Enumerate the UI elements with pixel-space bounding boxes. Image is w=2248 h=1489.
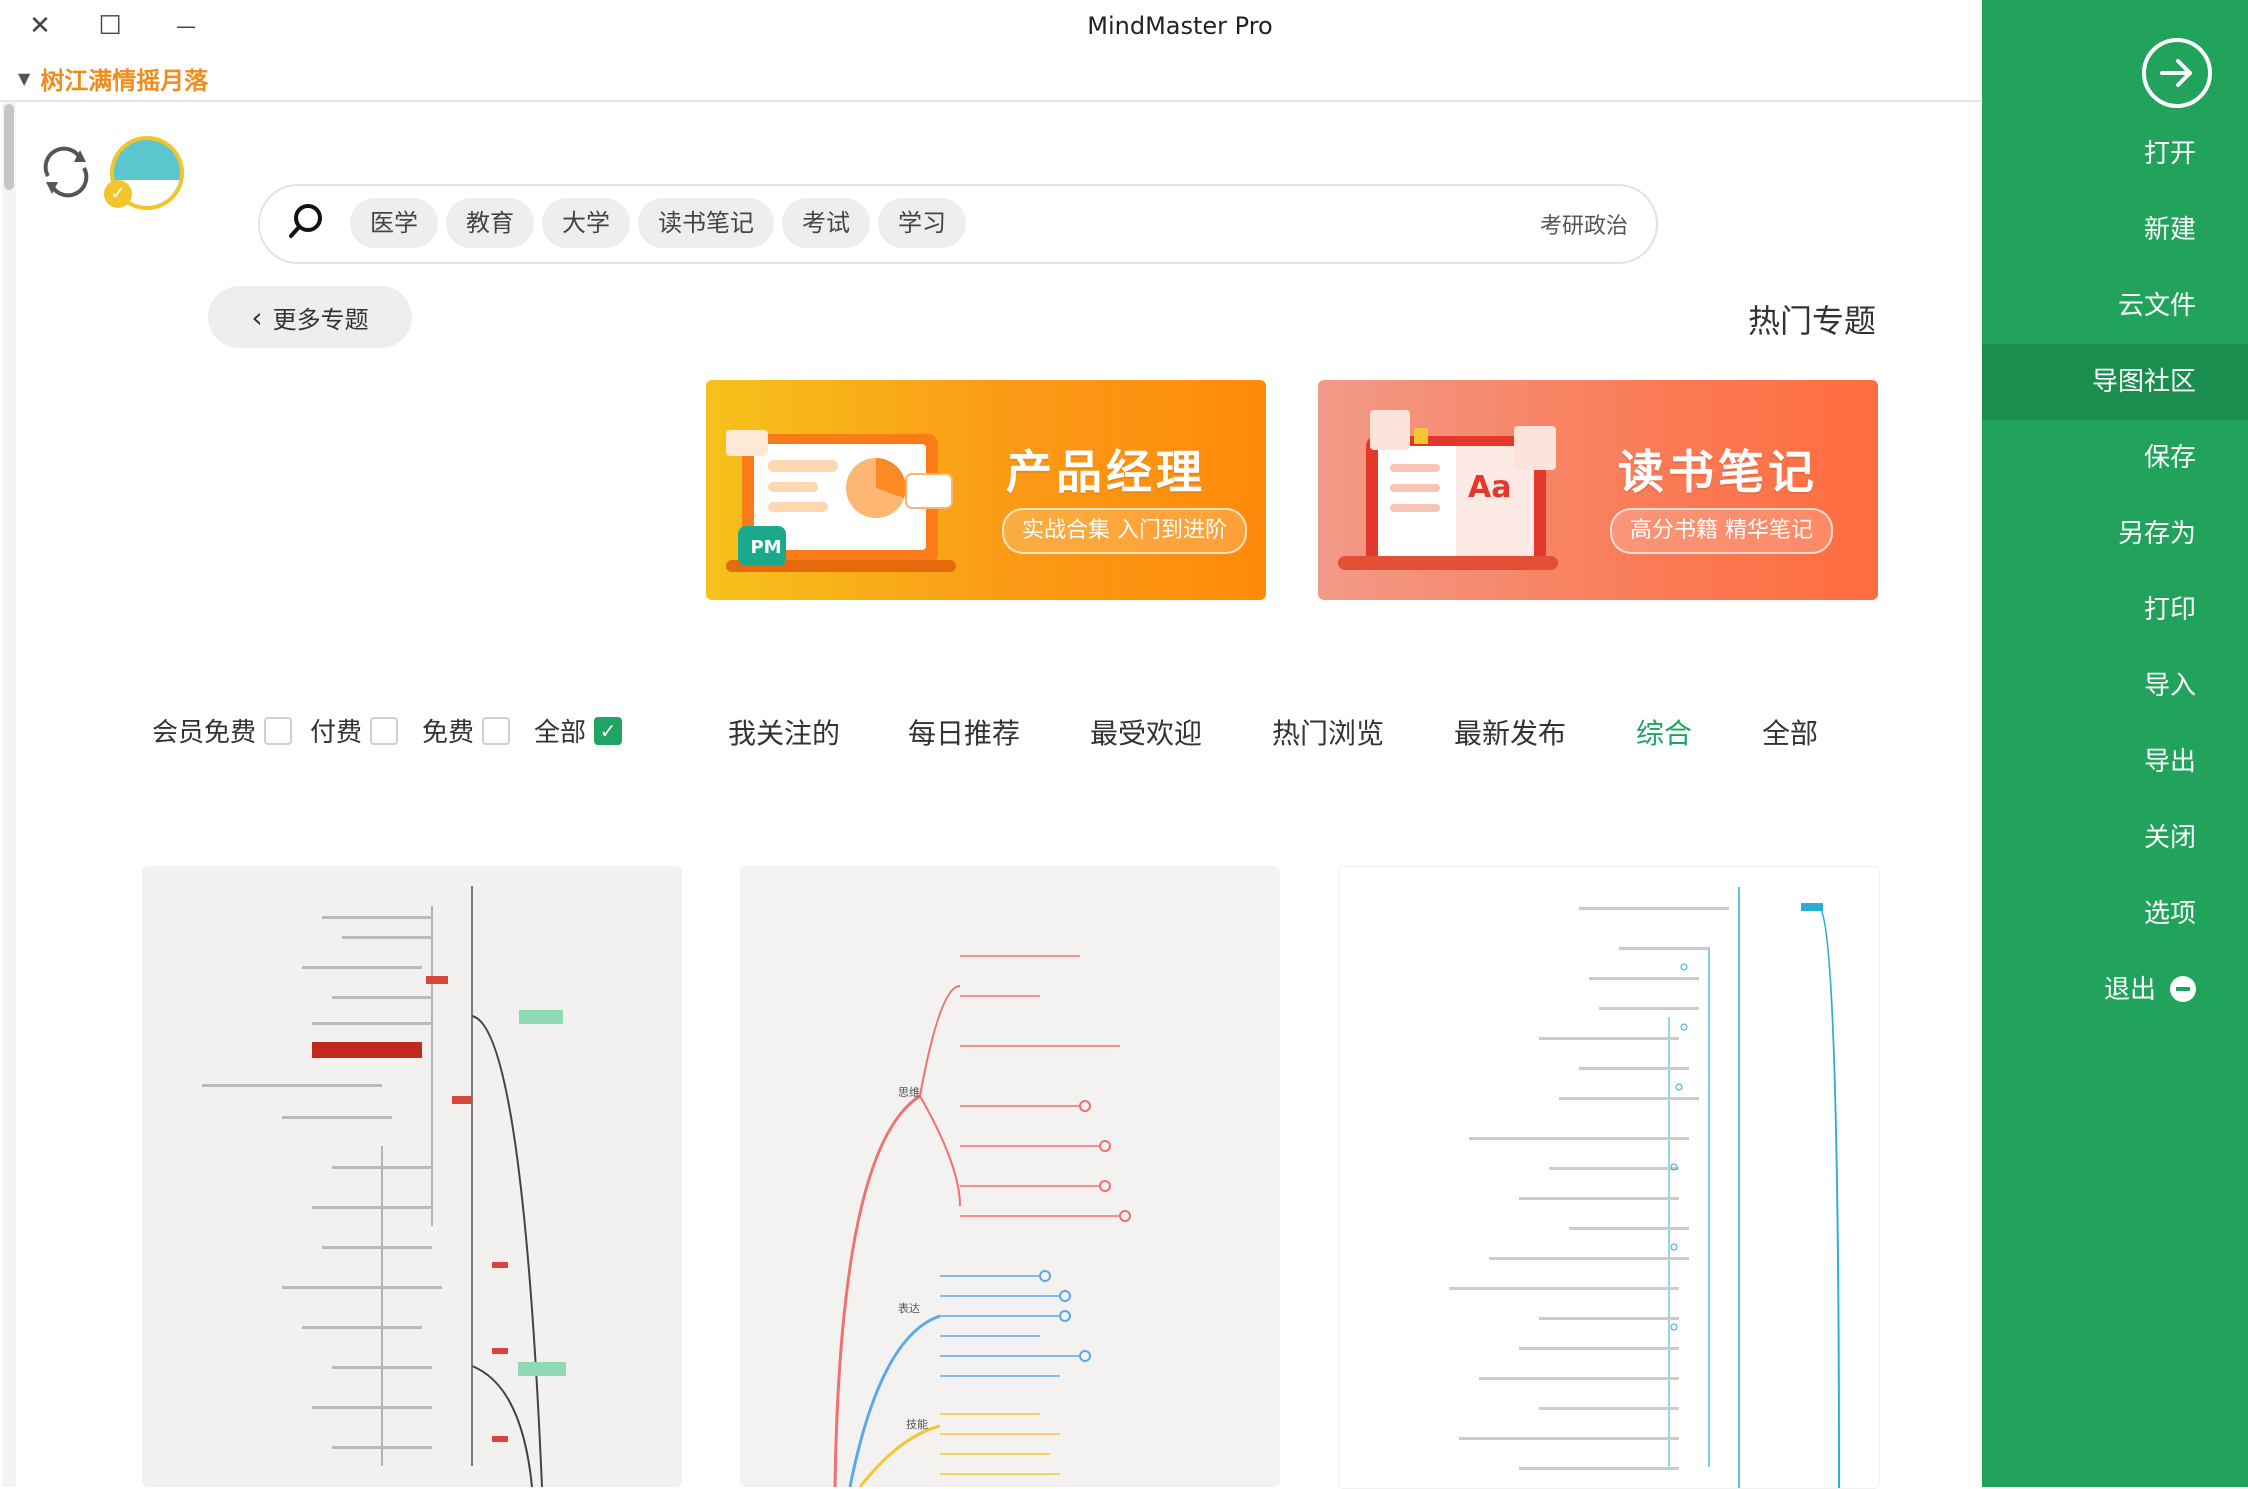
tab-following[interactable]: 我关注的 [728,712,840,752]
sidebar-item-cloud-files[interactable]: 云文件 [1982,268,2248,344]
filter-label: 全部 [534,718,587,748]
tab-hot-browse[interactable]: 热门浏览 [1272,712,1384,752]
tab-daily[interactable]: 每日推荐 [908,712,1020,752]
vip-badge-icon: ✓ [104,180,132,208]
sidebar-item-print[interactable]: 打印 [1982,572,2248,648]
close-window-button[interactable]: ✕ [20,6,60,46]
banner-subtitle: 实战合集 入门到进阶 [1002,508,1247,554]
filter-label: 免费 [422,718,475,748]
filter-free[interactable]: 免费 [422,712,511,749]
scrollbar-thumb[interactable] [4,104,14,190]
scrollbar-track[interactable] [2,102,16,1487]
mindmap-card[interactable] [1338,866,1880,1489]
banner-title: 产品经理 [1006,445,1206,499]
sidebar-item-label: 导图社区 [2091,367,2196,397]
sidebar-item-label: 另存为 [2117,519,2196,549]
search-chip[interactable]: 大学 [542,198,630,248]
caret-down-icon: ▼ [18,68,31,88]
checkbox[interactable] [264,716,293,745]
sidebar-item-label: 保存 [2143,443,2196,473]
mindmap-thumbnail-icon [202,886,566,1487]
sidebar-item-close[interactable]: 关闭 [1982,800,2248,876]
sidebar-item-export[interactable]: 导出 [1982,724,2248,800]
checkbox[interactable] [482,716,511,745]
branch-label: 技能 [906,1418,928,1431]
tab-popular[interactable]: 最受欢迎 [1090,712,1202,752]
app-title: MindMaster Pro [1087,12,1273,40]
filter-label: 会员免费 [152,718,257,748]
banner-reading-notes[interactable]: Aa 读书笔记 高分书籍 精华笔记 [1318,380,1878,600]
aa-tag: Aa [1468,470,1512,505]
mindmap-card[interactable] [142,866,682,1487]
user-name: 树江满情摇月落 [40,66,209,95]
sidebar-item-options[interactable]: 选项 [1982,876,2248,952]
title-bar [0,0,1982,56]
checkbox[interactable] [370,716,399,745]
mindmap-thumbnail-icon [1449,887,1840,1488]
sidebar-item-label: 关闭 [2143,823,2196,853]
pm-tag: PM [750,537,782,558]
banner-product-manager[interactable]: PM 产品经理 实战合集 入门到进阶 [706,380,1266,600]
sidebar-item-exit[interactable]: 退出 [1982,952,2248,1028]
tab-latest[interactable]: 最新发布 [1454,712,1566,752]
search-chip[interactable]: 教育 [446,198,534,248]
filter-label: 付费 [310,718,363,748]
banner-title: 读书笔记 [1618,445,1818,499]
branch-label: 思维 [898,1086,920,1099]
section-title: 热门专题 [1748,302,1877,340]
title-divider [0,100,1982,102]
banner-subtitle: 高分书籍 精华笔记 [1610,508,1833,554]
minimize-window-button[interactable]: — [166,6,206,46]
sidebar-item-save[interactable]: 保存 [1982,420,2248,496]
mindmap-thumbnail-icon [833,955,1131,1487]
search-chip[interactable]: 医学 [350,198,438,248]
sidebar-item-label: 打开 [2143,139,2196,169]
sidebar-item-community[interactable]: 导图社区 [1982,344,2248,420]
sidebar-item-import[interactable]: 导入 [1982,648,2248,724]
checkbox-checked[interactable]: ✓ [594,716,623,745]
filter-member-free[interactable]: 会员免费 [152,712,293,749]
sidebar-item-new[interactable]: 新建 [1982,192,2248,268]
search-chip[interactable]: 读书笔记 [638,198,774,248]
sidebar-item-label: 退出 [2103,975,2156,1005]
search-chip[interactable]: 考试 [782,198,870,248]
book-illustration-icon [1338,410,1558,570]
search-chip[interactable]: 学习 [878,198,966,248]
maximize-window-button[interactable]: ☐ [90,6,130,46]
search-input[interactable]: 考研政治 [1540,208,1628,240]
chevron-left-icon: ‹ [251,300,263,334]
sidebar-item-label: 云文件 [2117,291,2196,321]
filter-paid[interactable]: 付费 [310,712,399,749]
more-topics-button[interactable]: ‹ 更多专题 [208,286,412,348]
tab-overall[interactable]: 综合 [1636,712,1692,752]
branch-label: 表达 [898,1302,920,1315]
user-menu[interactable]: ▼ 树江满情摇月落 [18,60,208,96]
mindmap-card[interactable]: 思维 表达 技能 [740,866,1280,1487]
exit-icon [2170,976,2196,1002]
back-arrow-icon[interactable] [2142,38,2212,108]
sidebar-item-open[interactable]: 打开 [1982,116,2248,192]
sidebar-item-label: 导入 [2143,671,2196,701]
sidebar-item-save-as[interactable]: 另存为 [1982,496,2248,572]
sidebar-item-label: 选项 [2143,899,2196,929]
sidebar-item-label: 新建 [2143,215,2196,245]
sidebar-item-label: 导出 [2143,747,2196,777]
filter-all[interactable]: 全部 ✓ [534,712,623,749]
search-icon[interactable] [286,202,326,242]
sync-icon[interactable] [36,142,96,202]
sidebar-item-label: 打印 [2143,595,2196,625]
monitor-illustration-icon [726,430,956,572]
more-topics-label: 更多专题 [272,305,369,334]
tab-all[interactable]: 全部 [1762,712,1818,752]
